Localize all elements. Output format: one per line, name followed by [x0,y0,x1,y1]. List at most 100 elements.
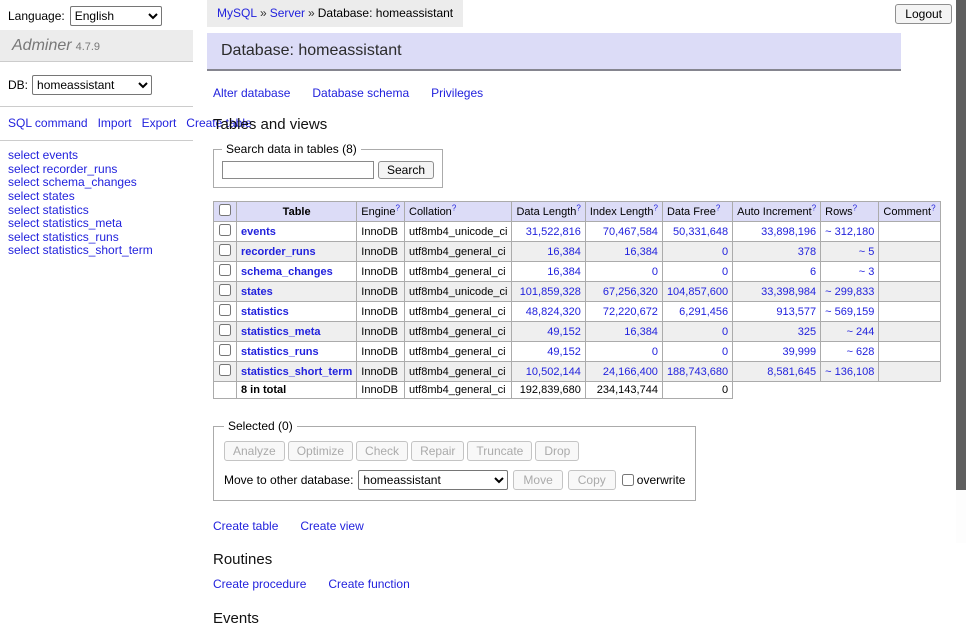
database-schema-link[interactable]: Database schema [312,86,409,100]
help-icon[interactable]: ? [716,203,720,212]
rows-link[interactable]: ~ 3 [859,266,875,278]
sidebar-item-select-statistics-meta[interactable]: select statistics_meta [8,216,122,230]
sidebar-item-select-states[interactable]: select states [8,189,75,203]
data-free-link[interactable]: 0 [722,326,728,338]
index-length-link[interactable]: 16,384 [624,326,658,338]
sidebar-item-select-schema-changes[interactable]: select schema_changes [8,175,137,189]
repair-button[interactable]: Repair [411,441,464,461]
rows-link[interactable]: ~ 569,159 [825,306,874,318]
index-length-link[interactable]: 70,467,584 [603,226,658,238]
scrollbar-thumb[interactable] [956,0,966,490]
row-checkbox[interactable] [219,344,231,356]
row-checkbox[interactable] [219,284,231,296]
app-name-link[interactable]: Adminer [12,37,72,54]
index-length-link[interactable]: 0 [652,266,658,278]
data-free-link[interactable]: 0 [722,246,728,258]
move-button[interactable]: Move [513,470,562,490]
truncate-button[interactable]: Truncate [467,441,532,461]
sidebar-item-select-statistics-short-term[interactable]: select statistics_short_term [8,243,153,257]
create-procedure-link[interactable]: Create procedure [213,577,306,591]
table-link[interactable]: states [241,286,273,298]
data-length-link[interactable]: 48,824,320 [526,306,581,318]
table-link[interactable]: recorder_runs [241,246,316,258]
alter-database-link[interactable]: Alter database [213,86,290,100]
auto-increment-link[interactable]: 33,398,984 [761,286,816,298]
move-database-select[interactable]: homeassistant [358,470,508,490]
table-link[interactable]: events [241,226,276,238]
row-checkbox[interactable] [219,264,231,276]
create-function-link[interactable]: Create function [328,577,409,591]
help-icon[interactable]: ? [853,203,857,212]
data-length-link[interactable]: 49,152 [547,346,581,358]
auto-increment-link[interactable]: 6 [810,266,816,278]
overwrite-checkbox[interactable] [622,474,634,486]
breadcrumb-server[interactable]: Server [270,6,305,20]
auto-increment-link[interactable]: 39,999 [783,346,817,358]
data-free-link[interactable]: 6,291,456 [679,306,728,318]
sidebar-item-select-statistics[interactable]: select statistics [8,203,89,217]
auto-increment-link[interactable]: 33,898,196 [761,226,816,238]
index-length-link[interactable]: 16,384 [624,246,658,258]
index-length-link[interactable]: 24,166,400 [603,366,658,378]
row-checkbox[interactable] [219,224,231,236]
analyze-button[interactable]: Analyze [224,441,285,461]
optimize-button[interactable]: Optimize [288,441,353,461]
rows-link[interactable]: ~ 5 [859,246,875,258]
copy-button[interactable]: Copy [568,470,616,490]
table-link[interactable]: statistics_short_term [241,366,352,378]
help-icon[interactable]: ? [576,203,580,212]
rows-link[interactable]: ~ 312,180 [825,226,874,238]
search-input[interactable] [222,161,374,179]
data-free-link[interactable]: 104,857,600 [667,286,728,298]
help-icon[interactable]: ? [931,203,935,212]
index-length-link[interactable]: 67,256,320 [603,286,658,298]
sidebar-item-export[interactable]: Export [142,116,177,130]
data-length-link[interactable]: 16,384 [547,266,581,278]
row-checkbox[interactable] [219,324,231,336]
select-all-checkbox[interactable] [219,204,231,216]
index-length-link[interactable]: 72,220,672 [603,306,658,318]
sidebar-item-select-events[interactable]: select events [8,148,78,162]
rows-link[interactable]: ~ 299,833 [825,286,874,298]
row-checkbox[interactable] [219,304,231,316]
scrollbar[interactable] [956,0,966,543]
row-checkbox[interactable] [219,364,231,376]
db-select[interactable]: homeassistant [32,75,152,95]
create-view-link[interactable]: Create view [300,519,363,533]
rows-link[interactable]: ~ 136,108 [825,366,874,378]
sidebar-item-import[interactable]: Import [98,116,132,130]
data-length-link[interactable]: 16,384 [547,246,581,258]
rows-link[interactable]: ~ 244 [847,326,875,338]
data-free-link[interactable]: 50,331,648 [673,226,728,238]
breadcrumb-mysql[interactable]: MySQL [217,6,257,20]
table-link[interactable]: schema_changes [241,266,333,278]
table-link[interactable]: statistics_meta [241,326,321,338]
data-length-link[interactable]: 31,522,816 [526,226,581,238]
language-select[interactable]: English [70,6,162,26]
sidebar-item-select-statistics-runs[interactable]: select statistics_runs [8,230,119,244]
privileges-link[interactable]: Privileges [431,86,483,100]
help-icon[interactable]: ? [396,203,400,212]
auto-increment-link[interactable]: 325 [798,326,816,338]
sidebar-item-sql-command[interactable]: SQL command [8,116,88,130]
data-length-link[interactable]: 49,152 [547,326,581,338]
data-free-link[interactable]: 188,743,680 [667,366,728,378]
search-button[interactable]: Search [378,161,434,179]
data-length-link[interactable]: 10,502,144 [526,366,581,378]
data-free-link[interactable]: 0 [722,346,728,358]
sidebar-item-select-recorder-runs[interactable]: select recorder_runs [8,162,117,176]
index-length-link[interactable]: 0 [652,346,658,358]
table-link[interactable]: statistics [241,306,289,318]
data-length-link[interactable]: 101,859,328 [520,286,581,298]
check-button[interactable]: Check [356,441,408,461]
data-free-link[interactable]: 0 [722,266,728,278]
row-checkbox[interactable] [219,244,231,256]
help-icon[interactable]: ? [452,203,456,212]
auto-increment-link[interactable]: 8,581,645 [767,366,816,378]
rows-link[interactable]: ~ 628 [847,346,875,358]
create-table-link[interactable]: Create table [213,519,278,533]
auto-increment-link[interactable]: 378 [798,246,816,258]
help-icon[interactable]: ? [653,203,657,212]
drop-button[interactable]: Drop [535,441,579,461]
help-icon[interactable]: ? [812,203,816,212]
